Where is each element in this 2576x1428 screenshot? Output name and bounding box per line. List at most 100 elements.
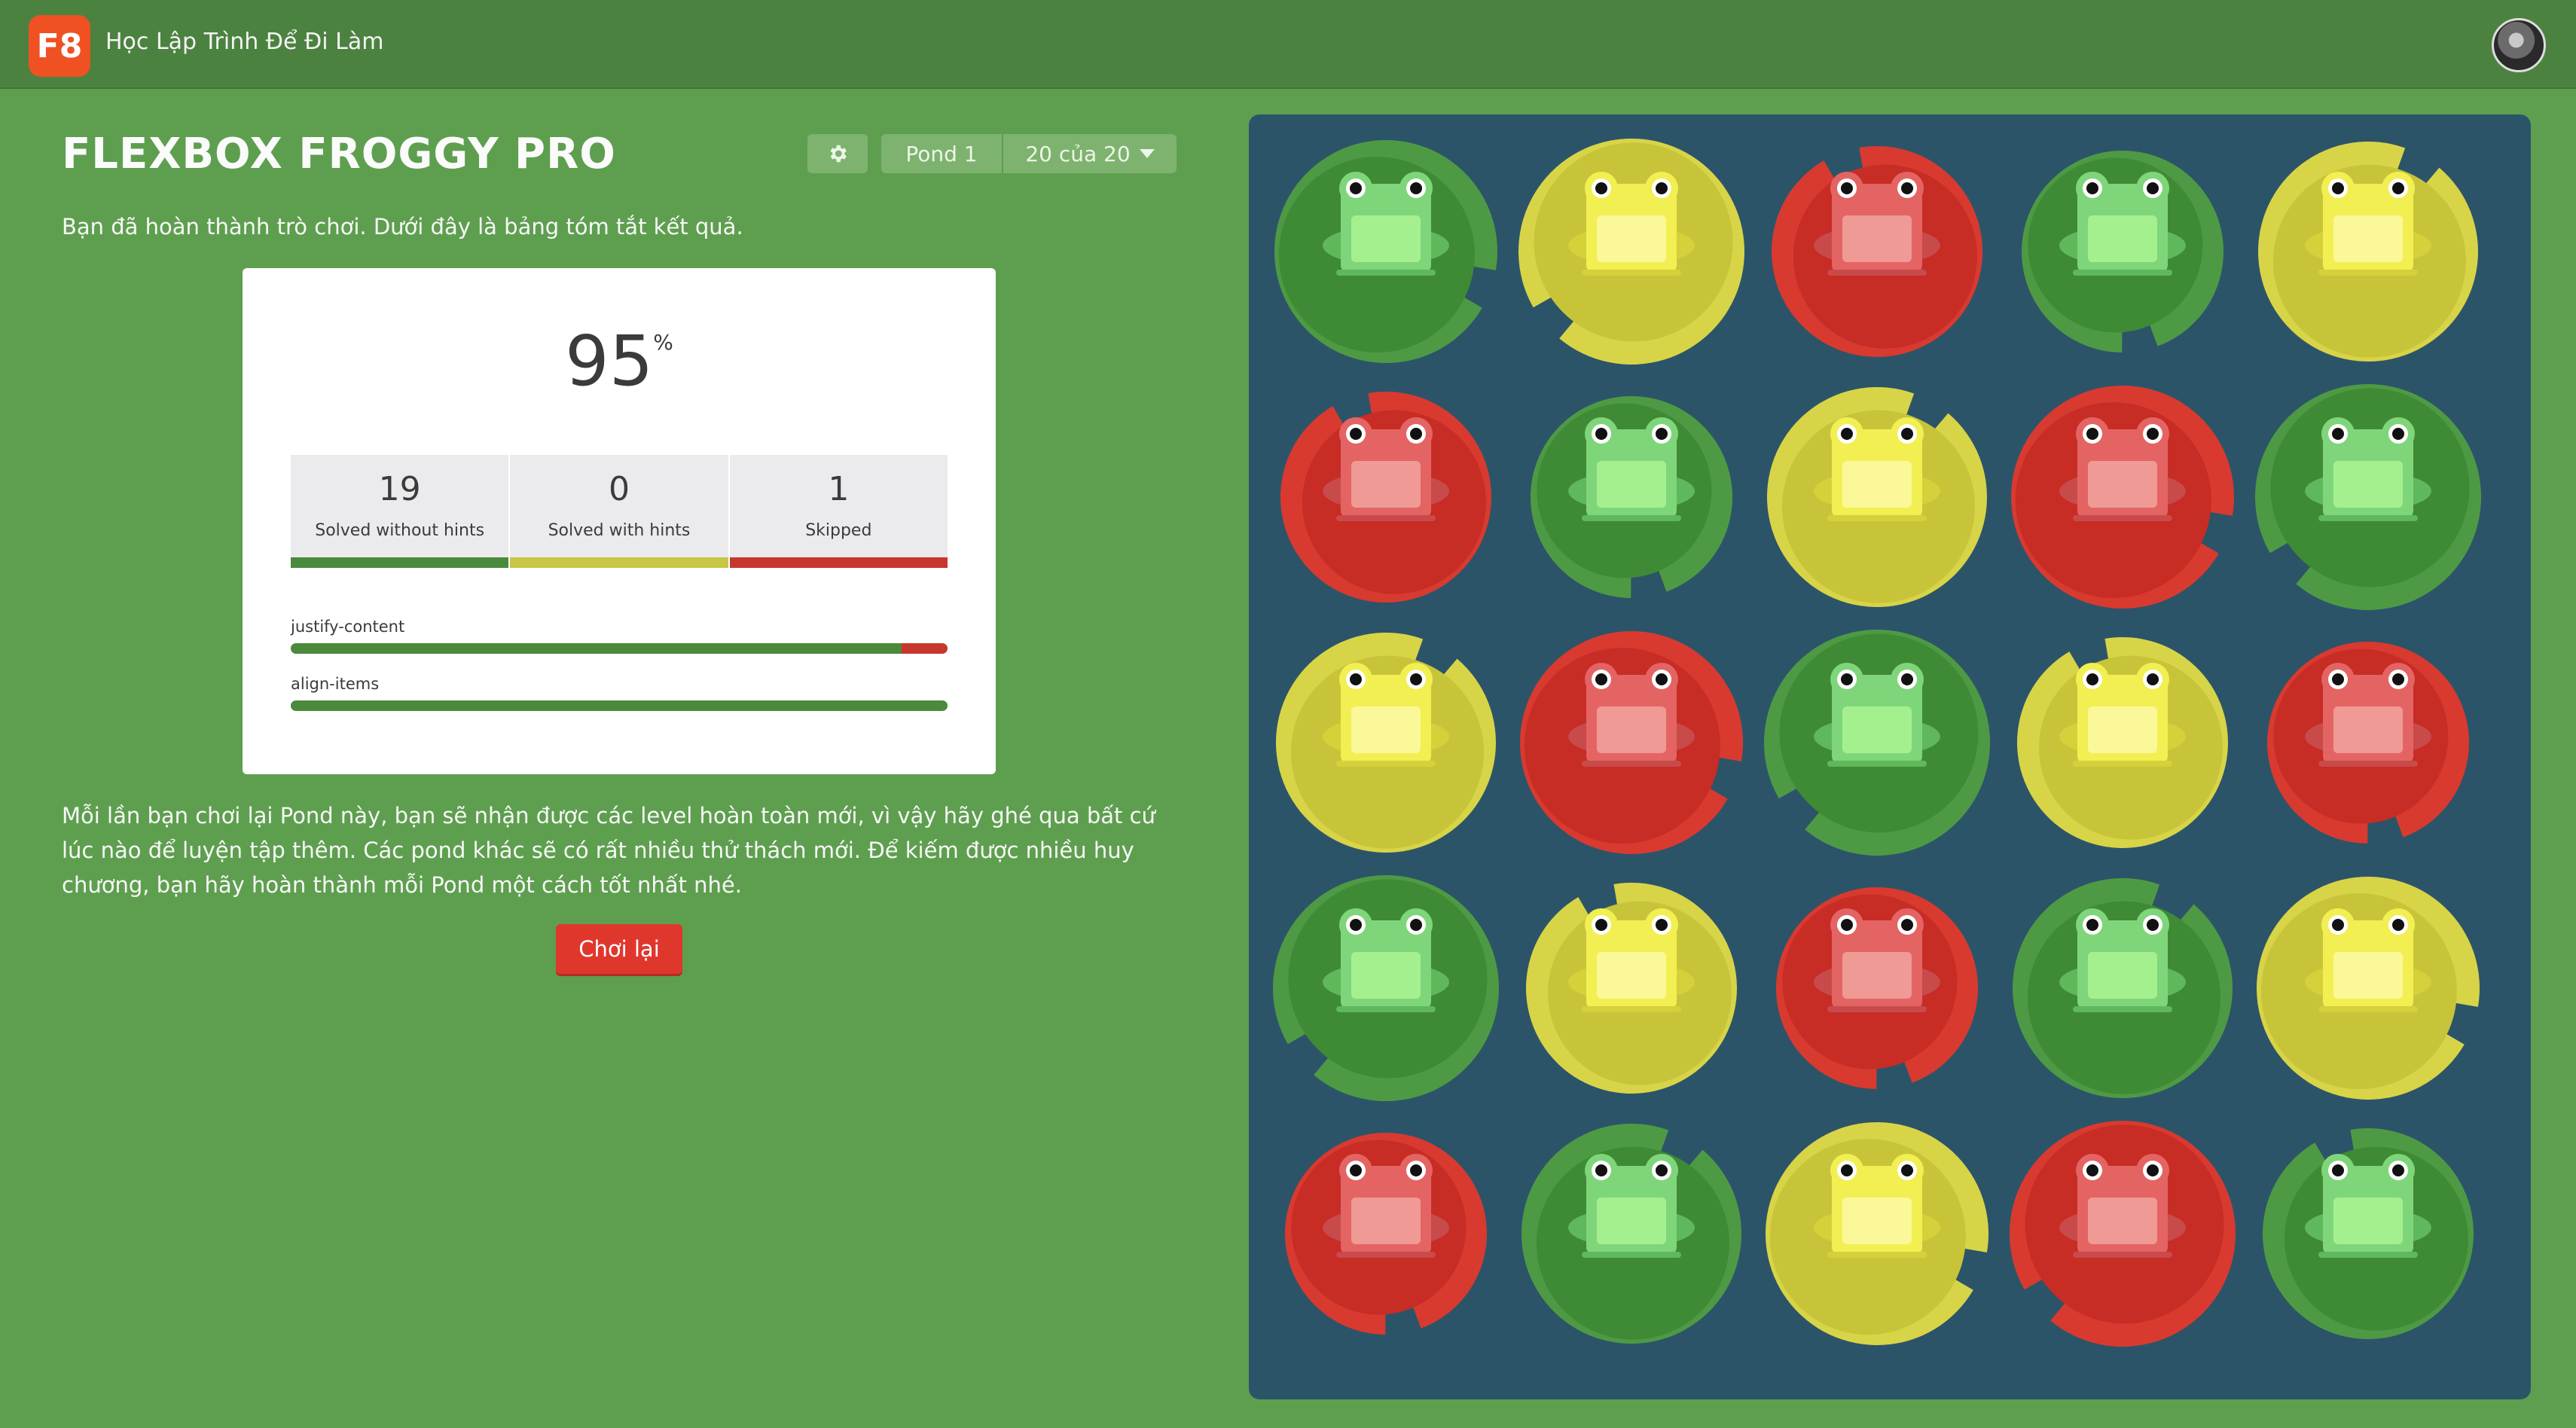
- frog-icon: [2059, 1154, 2186, 1258]
- lilypad-icon: [2267, 642, 2469, 844]
- frog-icon: [1323, 1154, 1449, 1258]
- property-align-items: align-items: [291, 675, 948, 711]
- frog-icon: [1814, 417, 1940, 521]
- frog-icon: [1568, 663, 1695, 767]
- progress-solved: [291, 700, 948, 711]
- stat-solved-with-hints: 0 Solved with hints: [510, 455, 730, 568]
- score: 95%: [243, 321, 996, 401]
- frog-icon: [2059, 172, 2186, 276]
- stat-value: 19: [378, 470, 421, 508]
- lilypad-yellow: [1511, 868, 1752, 1109]
- lilypad-icon: [1285, 1133, 1487, 1335]
- frog-icon: [1568, 1154, 1695, 1258]
- stat-solved-without-hints: 19 Solved without hints: [291, 455, 511, 568]
- lilypad-red: [1511, 622, 1752, 863]
- lilypad-yellow: [1265, 622, 1506, 863]
- lilypad-green: [1511, 1113, 1752, 1354]
- lilypad-green: [2002, 868, 2243, 1109]
- lilypad-red: [2002, 1113, 2243, 1354]
- lilypad-yellow: [1757, 1113, 1998, 1354]
- top-bar: F8 Học Lập Trình Để Đi Làm: [0, 0, 2576, 89]
- property-name: justify-content: [291, 618, 405, 636]
- lilypad-icon: [1776, 887, 1978, 1089]
- site-title[interactable]: Học Lập Trình Để Đi Làm: [105, 29, 383, 55]
- property-name: align-items: [291, 675, 380, 693]
- settings-button[interactable]: [807, 134, 868, 173]
- progress-solved: [291, 643, 902, 654]
- lilypad-icon: [1526, 883, 1737, 1094]
- lilypad-yellow: [1511, 131, 1752, 372]
- lilypad-icon: [2258, 142, 2478, 362]
- lilypad-icon: [1764, 630, 1990, 856]
- lilypad-green: [1757, 622, 1998, 863]
- pond-selector[interactable]: Pond 1: [881, 134, 1003, 173]
- stat-value: 1: [828, 470, 850, 508]
- lilypad-red: [2248, 622, 2489, 863]
- stat-bar: [291, 557, 509, 568]
- score-value: 95: [565, 321, 654, 401]
- lilypad-icon: [1531, 396, 1732, 598]
- frog-icon: [2305, 172, 2431, 276]
- frog-icon: [1323, 663, 1449, 767]
- frog-icon: [1568, 417, 1695, 521]
- frog-icon: [1323, 908, 1449, 1012]
- intro-text: Bạn đã hoàn thành trò chơi. Dưới đây là …: [62, 214, 743, 240]
- lilypad-icon: [2263, 1128, 2474, 1339]
- lilypad-red: [2002, 377, 2243, 618]
- lilypad-icon: [2017, 637, 2228, 848]
- property-justify-content: justify-content: [291, 618, 948, 654]
- f8-logo[interactable]: F8: [29, 15, 90, 77]
- lilypad-icon: [1520, 631, 1743, 854]
- frog-icon: [2059, 908, 2186, 1012]
- stat-bar: [510, 557, 728, 568]
- lilypad-icon: [1766, 1122, 1988, 1345]
- lilypad-red: [1757, 131, 1998, 372]
- frog-icon: [1568, 908, 1695, 1012]
- lilypad-red: [1757, 868, 1998, 1109]
- lilypad-icon: [2010, 1121, 2236, 1347]
- lilypad-icon: [1767, 387, 1987, 607]
- level-label: 20 của 20: [1025, 141, 1131, 166]
- user-avatar[interactable]: [2492, 18, 2546, 72]
- chevron-down-icon: [1139, 149, 1155, 158]
- lilypad-yellow: [1757, 377, 1998, 618]
- game-title: FLEXBOX FROGGY PRO: [62, 130, 616, 178]
- frog-icon: [2305, 908, 2431, 1012]
- lilypad-icon: [2013, 878, 2233, 1098]
- pond-board: [1249, 114, 2531, 1399]
- frog-icon: [1814, 172, 1940, 276]
- stat-bar: [729, 557, 948, 568]
- progress-skipped: [901, 643, 948, 654]
- stats-row: 19 Solved without hints 0 Solved with hi…: [291, 455, 948, 568]
- stat-skipped: 1 Skipped: [729, 455, 948, 568]
- stat-label: Solved with hints: [548, 521, 691, 540]
- frog-icon: [1814, 908, 1940, 1012]
- frog-icon: [1814, 663, 1940, 767]
- lilypad-icon: [1274, 140, 1497, 363]
- lilypad-red: [1265, 1113, 1506, 1354]
- lilypad-icon: [1521, 1124, 1741, 1344]
- lilypad-icon: [1280, 392, 1491, 603]
- property-progress: [291, 700, 948, 711]
- lilypad-icon: [1273, 875, 1499, 1101]
- lilypad-yellow: [2002, 622, 2243, 863]
- stat-label: Skipped: [805, 521, 872, 540]
- property-progress: [291, 643, 948, 654]
- frog-icon: [2305, 663, 2431, 767]
- frog-icon: [2059, 663, 2186, 767]
- lilypad-icon: [1772, 146, 1982, 357]
- lilypad-green: [1511, 377, 1752, 618]
- frog-icon: [1568, 172, 1695, 276]
- frog-icon: [2305, 1154, 2431, 1258]
- outro-text: Mỗi lần bạn chơi lại Pond này, bạn sẽ nh…: [62, 803, 1155, 898]
- level-navigation: Pond 1 20 của 20: [881, 134, 1177, 173]
- replay-button[interactable]: Chơi lại: [556, 924, 682, 974]
- lilypad-green: [1265, 131, 1506, 372]
- lilypad-icon: [2011, 386, 2234, 609]
- lilypad-green: [2002, 131, 2243, 372]
- lilypad-yellow: [2248, 868, 2489, 1109]
- results-card: 95% 19 Solved without hints 0 Solved wit…: [243, 268, 996, 774]
- frog-icon: [1323, 172, 1449, 276]
- lilypad-icon: [2255, 384, 2481, 610]
- level-selector[interactable]: 20 của 20: [1003, 134, 1177, 173]
